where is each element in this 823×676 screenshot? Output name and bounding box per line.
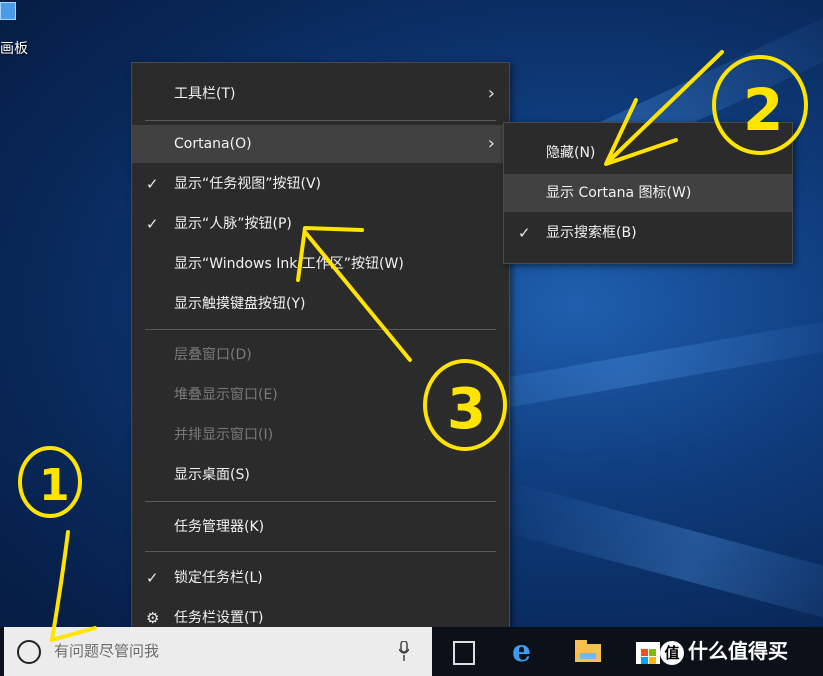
whiteboard-app-icon <box>0 2 16 20</box>
menu-item-stack-windows: 堆叠显示窗口(E) <box>132 376 509 414</box>
checkmark-icon: ✓ <box>146 175 159 193</box>
menu-separator <box>145 120 496 121</box>
desktop-shortcut-label: 画板 <box>0 41 28 57</box>
menu-item-show-touch-keyboard[interactable]: 显示触摸键盘按钮(Y) <box>132 285 509 323</box>
chevron-right-icon: › <box>487 83 495 104</box>
menu-item-label: 显示“Windows Ink 工作区”按钮(W) <box>174 256 404 272</box>
microphone-icon[interactable] <box>399 641 409 661</box>
site-watermark: 值什么值得买 <box>660 635 788 665</box>
edge-icon[interactable]: e <box>512 637 540 667</box>
desktop-shortcut[interactable]: 画板 <box>0 0 40 60</box>
menu-item-show-desktop[interactable]: 显示桌面(S) <box>132 456 509 494</box>
menu-item-label: Cortana(O) <box>174 136 252 152</box>
menu-item-label: 任务管理器(K) <box>174 519 265 535</box>
menu-item-show-task-view[interactable]: ✓ 显示“任务视图”按钮(V) <box>132 165 509 203</box>
menu-item-show-people[interactable]: ✓ 显示“人脉”按钮(P) <box>132 205 509 243</box>
annotation-label-1: 1 <box>39 460 70 511</box>
menu-item-task-manager[interactable]: 任务管理器(K) <box>132 508 509 546</box>
watermark-badge: 值 <box>660 640 684 665</box>
menu-item-label: 显示“人脉”按钮(P) <box>174 216 292 232</box>
menu-item-label: 显示桌面(S) <box>174 467 250 483</box>
taskbar-context-menu: 工具栏(T) › Cortana(O) › ✓ 显示“任务视图”按钮(V) ✓ … <box>131 62 510 639</box>
cortana-submenu: 隐藏(N) 显示 Cortana 图标(W) ✓ 显示搜索框(B) <box>503 122 793 264</box>
menu-item-label: 并排显示窗口(I) <box>174 427 274 443</box>
checkmark-icon: ✓ <box>146 569 159 587</box>
menu-item-label: 工具栏(T) <box>174 86 236 102</box>
submenu-item-show-cortana-icon[interactable]: 显示 Cortana 图标(W) <box>504 174 792 212</box>
submenu-item-show-search-box[interactable]: ✓ 显示搜索框(B) <box>504 214 792 252</box>
menu-item-show-windows-ink[interactable]: 显示“Windows Ink 工作区”按钮(W) <box>132 245 509 283</box>
cortana-icon <box>17 640 41 664</box>
wallpaper-beam <box>493 480 823 633</box>
menu-item-toolbars[interactable]: 工具栏(T) › <box>132 75 509 113</box>
search-placeholder: 有问题尽管问我 <box>54 642 160 660</box>
annotation-arrow-1 <box>50 530 97 642</box>
watermark-text: 什么值得买 <box>688 639 788 663</box>
menu-item-label: 层叠窗口(D) <box>174 347 252 363</box>
store-icon[interactable] <box>634 638 662 666</box>
checkmark-icon: ✓ <box>518 224 531 242</box>
menu-item-label: 隐藏(N) <box>546 145 596 161</box>
file-explorer-icon[interactable] <box>575 638 603 666</box>
cortana-search-box[interactable]: 有问题尽管问我 <box>4 627 432 676</box>
checkmark-icon: ✓ <box>146 215 159 233</box>
menu-item-label: 锁定任务栏(L) <box>174 570 263 586</box>
menu-item-label: 显示触摸键盘按钮(Y) <box>174 296 306 312</box>
menu-item-label: 堆叠显示窗口(E) <box>174 387 278 403</box>
submenu-item-hide[interactable]: 隐藏(N) <box>504 134 792 172</box>
menu-item-label: 显示“任务视图”按钮(V) <box>174 176 322 192</box>
menu-separator <box>145 551 496 552</box>
menu-item-label: 显示搜索框(B) <box>546 225 637 241</box>
menu-item-side-by-side: 并排显示窗口(I) <box>132 416 509 454</box>
task-view-icon[interactable] <box>451 638 479 666</box>
menu-separator <box>145 501 496 502</box>
annotation-circle-1 <box>18 446 82 518</box>
menu-separator <box>145 329 496 330</box>
menu-item-cascade-windows: 层叠窗口(D) <box>132 336 509 374</box>
menu-item-label: 显示 Cortana 图标(W) <box>546 185 692 201</box>
chevron-right-icon: › <box>487 133 495 154</box>
menu-item-lock-taskbar[interactable]: ✓ 锁定任务栏(L) <box>132 559 509 597</box>
menu-item-cortana[interactable]: Cortana(O) › <box>132 125 509 163</box>
